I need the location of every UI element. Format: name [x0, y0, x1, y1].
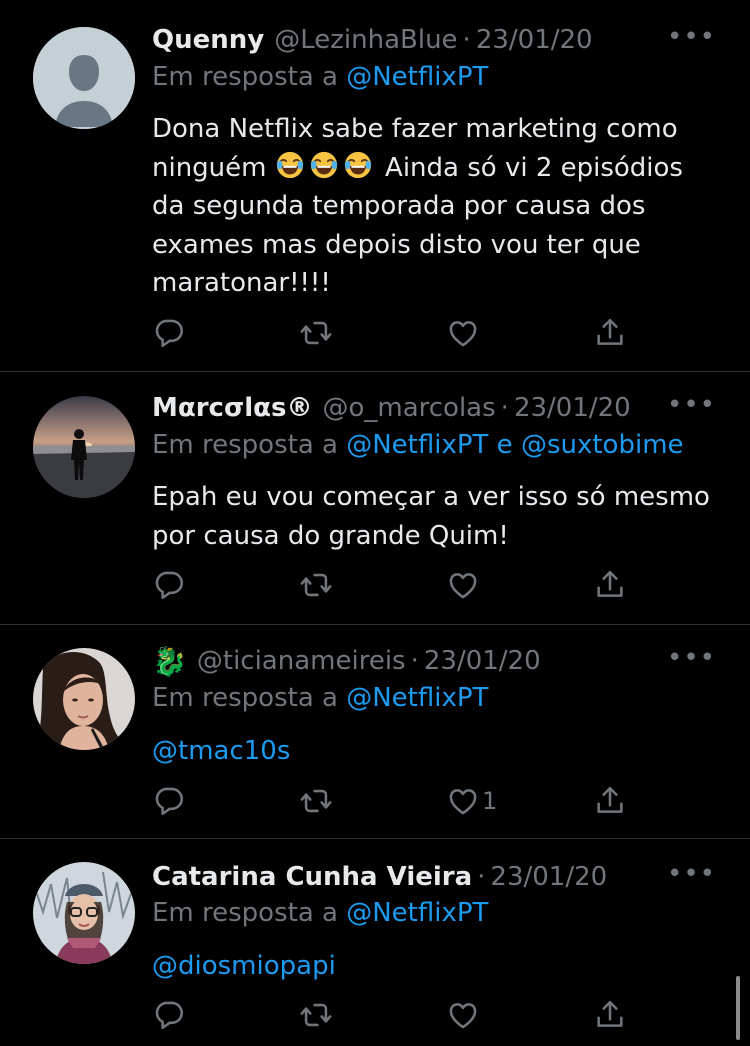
display-name[interactable]: Mαrcσlαs®	[152, 393, 312, 423]
reply-context: Em resposta a @NetflixPT	[152, 683, 488, 713]
username-handle[interactable]: @ticianameireis	[197, 646, 406, 676]
tweet-header: Quenny @LezinhaBlue · 23/01/20 •••	[152, 22, 750, 58]
reply-icon[interactable]	[152, 998, 186, 1032]
like-count: 1	[482, 787, 498, 815]
tweet[interactable]: Mαrcσlαs® @o_marcolas · 23/01/20 ••• Em …	[0, 372, 750, 625]
username-handle[interactable]: @LezinhaBlue	[274, 25, 457, 55]
laughing-emoji	[309, 150, 339, 180]
tweet[interactable]: Catarina Cunha Vieira · 23/01/20 ••• Em …	[0, 839, 750, 1046]
mention-link[interactable]: @NetflixPT	[346, 683, 488, 713]
display-name[interactable]: Quenny	[152, 25, 264, 55]
like-button[interactable]: 1	[446, 784, 497, 818]
reply-prefix: Em resposta a	[152, 430, 347, 460]
like-icon[interactable]	[446, 316, 480, 350]
tweet[interactable]: 🐉 @ticianameireis · 23/01/20 ••• Em resp…	[0, 625, 750, 839]
mention-link[interactable]: @suxtobime	[521, 430, 684, 460]
more-icon[interactable]: •••	[667, 390, 716, 420]
share-icon[interactable]	[593, 784, 627, 818]
reply-context: Em resposta a @NetflixPT	[152, 898, 488, 928]
more-icon[interactable]: •••	[667, 22, 716, 52]
profile-photo	[33, 862, 135, 964]
retweet-icon[interactable]	[299, 568, 333, 602]
tweet-header: Mαrcσlαs® @o_marcolas · 23/01/20 •••	[152, 390, 750, 426]
display-name[interactable]: Catarina Cunha Vieira	[152, 862, 472, 892]
reply-context: Em resposta a @NetflixPT e @suxtobime	[152, 430, 684, 460]
like-icon[interactable]	[446, 998, 480, 1032]
tweet-text: Dona Netflix sabe fazer marketing como n…	[152, 110, 712, 303]
more-icon[interactable]: •••	[667, 859, 716, 889]
separator-dot: ·	[462, 25, 471, 55]
avatar-winter[interactable]	[33, 862, 135, 964]
mention-link[interactable]: @NetflixPT	[346, 62, 488, 92]
dragon-emoji: 🐉	[152, 644, 187, 678]
share-icon[interactable]	[593, 568, 627, 602]
username-handle[interactable]: @o_marcolas	[322, 393, 495, 423]
retweet-icon[interactable]	[299, 998, 333, 1032]
tweet-text: @diosmiopapi	[152, 947, 712, 986]
laughing-emoji	[343, 150, 373, 180]
reply-prefix: Em resposta a	[152, 898, 347, 928]
reply-icon[interactable]	[152, 784, 186, 818]
default-profile-icon	[33, 27, 135, 129]
action-bar	[152, 316, 632, 356]
action-bar: 1	[152, 784, 632, 824]
action-bar	[152, 568, 632, 608]
reply-prefix: Em resposta a	[152, 62, 347, 92]
retweet-icon[interactable]	[299, 316, 333, 350]
laughing-emoji	[275, 150, 305, 180]
action-bar	[152, 998, 632, 1038]
timestamp[interactable]: 23/01/20	[424, 646, 541, 676]
tweet[interactable]: Quenny @LezinhaBlue · 23/01/20 ••• Em re…	[0, 0, 750, 372]
timestamp[interactable]: 23/01/20	[514, 393, 631, 423]
share-icon[interactable]	[593, 998, 627, 1032]
reply-prefix: Em resposta a	[152, 683, 347, 713]
mention-link[interactable]: @diosmiopapi	[152, 951, 336, 981]
tweet-text: Epah eu vou começar a ver isso só mesmo …	[152, 482, 710, 551]
reply-conjunction: e	[488, 430, 521, 460]
more-icon[interactable]: •••	[667, 643, 716, 673]
mention-link[interactable]: @tmac10s	[152, 736, 290, 766]
separator-dot: ·	[410, 646, 419, 676]
mention-link[interactable]: @NetflixPT	[346, 898, 488, 928]
separator-dot: ·	[500, 393, 509, 423]
separator-dot: ·	[477, 862, 486, 892]
profile-photo	[33, 648, 135, 750]
avatar-default[interactable]	[33, 27, 135, 129]
scrollbar[interactable]	[736, 976, 740, 1040]
reply-icon[interactable]	[152, 316, 186, 350]
like-icon	[446, 784, 480, 818]
timestamp[interactable]: 23/01/20	[476, 25, 593, 55]
tweet-text: @tmac10s	[152, 732, 712, 771]
avatar-portrait[interactable]	[33, 648, 135, 750]
retweet-icon[interactable]	[299, 784, 333, 818]
profile-photo	[33, 396, 135, 498]
share-icon[interactable]	[593, 316, 627, 350]
timestamp[interactable]: 23/01/20	[490, 862, 607, 892]
tweet-header: Catarina Cunha Vieira · 23/01/20 •••	[152, 859, 750, 895]
reply-context: Em resposta a @NetflixPT	[152, 62, 488, 92]
tweet-header: 🐉 @ticianameireis · 23/01/20 •••	[152, 643, 750, 679]
avatar-sunset[interactable]	[33, 396, 135, 498]
like-icon[interactable]	[446, 568, 480, 602]
mention-link[interactable]: @NetflixPT	[346, 430, 488, 460]
reply-icon[interactable]	[152, 568, 186, 602]
